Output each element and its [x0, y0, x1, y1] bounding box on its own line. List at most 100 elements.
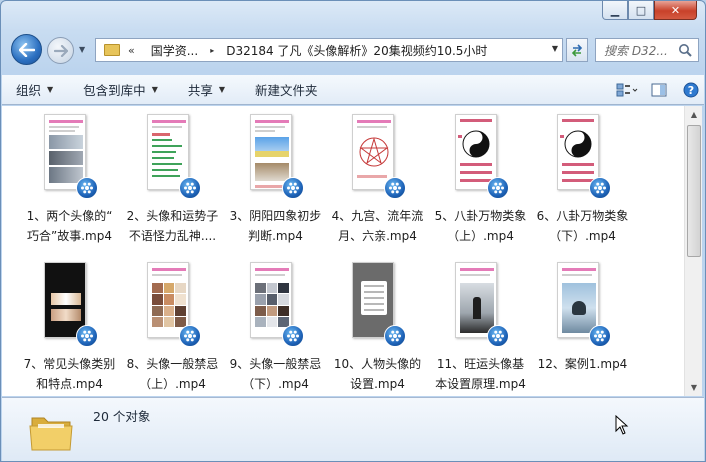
maximize-button[interactable]: □ [628, 1, 654, 20]
breadcrumb-separator[interactable]: ▸ [210, 46, 214, 55]
file-name-line: 巧合”故事.mp4 [27, 229, 112, 243]
file-name-line: 2、头像和运势子 [126, 209, 219, 223]
share-menu[interactable]: 共享 ▼ [188, 80, 225, 99]
file-name: 1、两个头像的“ 巧合”故事.mp4 [18, 206, 121, 246]
file-name: 12、案例1.mp4 [531, 354, 634, 374]
file-item[interactable]: 12、案例1.mp4 [531, 254, 634, 394]
navigation-bar: ▼ « 国学资... ▸ D32184 了凡《头像解析》20集视频约10.5小时… [1, 31, 705, 69]
svg-text:?: ? [688, 84, 694, 97]
file-item[interactable]: 6、八卦万物类象 （下）.mp4 [531, 106, 634, 246]
file-name-line: 4、九宫、流年流 [331, 209, 424, 223]
file-name-line: 不语怪力乱神.... [128, 229, 217, 243]
media-player-icon [179, 325, 201, 347]
file-item[interactable]: 9、头像一般禁忌 （下）.mp4 [224, 254, 327, 394]
view-controls: ? [608, 79, 704, 101]
organize-menu[interactable]: 组织 ▼ [16, 80, 53, 99]
forward-arrow-icon [53, 44, 68, 57]
file-name: 9、头像一般禁忌 （下）.mp4 [224, 354, 327, 394]
forward-button[interactable] [47, 37, 74, 64]
file-name-line: 11、旺运头像基 [436, 357, 525, 371]
chevron-down-icon: ▼ [151, 85, 158, 94]
help-icon: ? [683, 82, 699, 98]
file-name: 7、常见头像类别 和特点.mp4 [18, 354, 121, 394]
file-item[interactable]: 5、八卦万物类象 （上）.mp4 [429, 106, 532, 246]
preview-pane-button[interactable] [646, 79, 672, 101]
scroll-up-button[interactable]: ▲ [685, 106, 703, 123]
back-button[interactable] [11, 34, 42, 65]
help-button[interactable]: ? [678, 79, 704, 101]
file-item[interactable]: 10、人物头像的 设置.mp4 [326, 254, 429, 394]
vertical-scrollbar[interactable]: ▲ ▼ [684, 106, 702, 396]
share-label: 共享 [187, 83, 213, 98]
minimize-button[interactable]: ▁ [602, 1, 628, 20]
file-item[interactable]: 11、旺运头像基 本设置原理.mp4 [429, 254, 532, 394]
media-player-icon [384, 325, 406, 347]
file-name: 5、八卦万物类象 （上）.mp4 [429, 206, 532, 246]
breadcrumb-overflow-button[interactable]: « [128, 44, 135, 57]
scrollbar-thumb[interactable] [687, 125, 701, 257]
media-player-icon [76, 325, 98, 347]
file-item[interactable]: 8、头像一般禁忌 （上）.mp4 [121, 254, 224, 394]
chevron-down-icon: ▼ [218, 85, 226, 94]
file-item[interactable]: 4、九宫、流年流 月、六亲.mp4 [326, 106, 429, 246]
change-view-button[interactable] [614, 79, 640, 101]
include-in-library-menu[interactable]: 包含到库中 ▼ [83, 80, 158, 99]
file-name-line: 9、头像一般禁忌 [229, 357, 322, 371]
file-name: 8、头像一般禁忌 （上）.mp4 [121, 354, 224, 394]
file-item[interactable]: 1、两个头像的“ 巧合”故事.mp4 [18, 106, 121, 246]
details-pane: 20 个对象 [2, 397, 704, 461]
file-name-line: 5、八卦万物类象 [434, 209, 527, 223]
file-name-line: 10、人物头像的 [333, 357, 422, 371]
file-name: 11、旺运头像基 本设置原理.mp4 [429, 354, 532, 394]
item-count: 20 个对象 [93, 409, 151, 424]
file-name: 3、阴阳四象初步 判断.mp4 [224, 206, 327, 246]
file-item[interactable]: 7、常见头像类别 和特点.mp4 [18, 254, 121, 394]
search-icon[interactable] [678, 43, 692, 57]
chevron-down-icon: ▼ [47, 85, 54, 94]
address-bar[interactable]: « 国学资... ▸ D32184 了凡《头像解析》20集视频约10.5小时 ▼ [95, 38, 563, 62]
back-arrow-icon [18, 42, 35, 57]
new-folder-label: 新建文件夹 [255, 83, 318, 98]
breadcrumb-item-current[interactable]: D32184 了凡《头像解析》20集视频约10.5小时 [226, 42, 487, 59]
recent-pages-button[interactable]: ▼ [79, 45, 85, 54]
file-name: 4、九宫、流年流 月、六亲.mp4 [326, 206, 429, 246]
file-name: 6、八卦万物类象 （下）.mp4 [531, 206, 634, 246]
close-button[interactable]: ✕ [654, 1, 697, 20]
scroll-down-button[interactable]: ▼ [685, 379, 703, 396]
file-name-line: 12、案例1.mp4 [537, 357, 628, 371]
file-list[interactable]: 1、两个头像的“ 巧合”故事.mp4 2、头像和运势子 不语怪力乱神.... 3、阴阳… [2, 106, 684, 396]
organize-label: 组织 [16, 83, 42, 98]
breadcrumb-item[interactable]: 国学资... [151, 42, 198, 59]
media-player-icon [487, 177, 509, 199]
file-name-line: （上）.mp4 [447, 229, 514, 243]
refresh-button[interactable] [566, 38, 588, 62]
address-dropdown-button[interactable]: ▼ [552, 44, 558, 53]
media-player-icon [384, 177, 406, 199]
include-in-library-label: 包含到库中 [83, 83, 146, 98]
file-name: 2、头像和运势子 不语怪力乱神.... [121, 206, 224, 246]
folder-icon [104, 44, 120, 56]
file-name-line: 设置.mp4 [350, 377, 405, 391]
file-name-line: 本设置原理.mp4 [435, 377, 526, 391]
mouse-cursor-icon [615, 415, 629, 435]
file-name-line: 8、头像一般禁忌 [126, 357, 219, 371]
caption-buttons: ▁ □ ✕ [602, 1, 697, 20]
explorer-window: ▁ □ ✕ ▼ « 国学资... ▸ D32184 了凡《头像解析》20集视频约… [0, 0, 706, 462]
media-player-icon [589, 177, 611, 199]
search-placeholder: 搜索 D32... [604, 43, 668, 58]
media-player-icon [589, 325, 611, 347]
preview-pane-icon [651, 83, 667, 97]
folder-icon [29, 417, 73, 451]
new-folder-button[interactable]: 新建文件夹 [255, 80, 318, 99]
file-name-line: （上）.mp4 [139, 377, 206, 391]
file-name: 10、人物头像的 设置.mp4 [326, 354, 429, 394]
file-item[interactable]: 3、阴阳四象初步 判断.mp4 [224, 106, 327, 246]
command-toolbar: 组织 ▼ 包含到库中 ▼ 共享 ▼ 新建文件夹 ? [2, 75, 704, 105]
file-name-line: （下）.mp4 [242, 377, 309, 391]
search-input[interactable]: 搜索 D32... [595, 38, 699, 62]
media-player-icon [76, 177, 98, 199]
file-name-line: 和特点.mp4 [36, 377, 103, 391]
file-item[interactable]: 2、头像和运势子 不语怪力乱神.... [121, 106, 224, 246]
media-player-icon [282, 177, 304, 199]
file-name-line: 6、八卦万物类象 [536, 209, 629, 223]
